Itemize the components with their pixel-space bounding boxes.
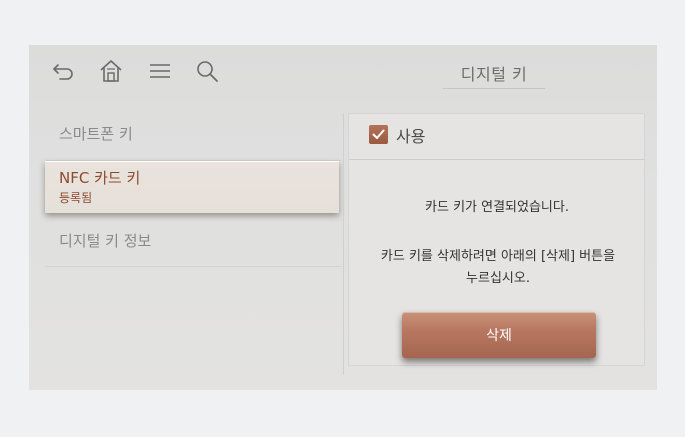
back-icon[interactable] — [49, 57, 77, 85]
sidebar-item-status: 등록됨 — [59, 191, 93, 205]
panel-divider — [343, 113, 344, 375]
sidebar-item-smartphone-key[interactable]: 스마트폰 키 — [45, 113, 341, 161]
sidebar-item-digital-key-info[interactable]: 디지털 키 정보 — [45, 217, 341, 267]
sidebar-item-label: 디지털 키 정보 — [59, 232, 152, 250]
menu-icon[interactable] — [146, 57, 174, 85]
sidebar: 스마트폰 키 NFC 카드 키 등록됨 디지털 키 정보 — [29, 113, 343, 390]
delete-instruction-line1: 카드 키를 삭제하려면 아래의 [삭제] 버튼을 — [380, 249, 616, 264]
delete-instruction: 카드 키를 삭제하려면 아래의 [삭제] 버튼을 누르십시오. — [367, 246, 629, 290]
sidebar-item-label: NFC 카드 키 — [59, 169, 141, 187]
use-checkbox[interactable] — [369, 125, 388, 144]
digital-key-screen: 디지털 키 스마트폰 키 NFC 카드 키 등록됨 디지털 키 정보 사용 카드… — [29, 45, 657, 390]
delete-button-label: 삭제 — [486, 328, 512, 344]
delete-button[interactable]: 삭제 — [402, 312, 596, 358]
page-title: 디지털 키 — [460, 65, 528, 84]
use-label: 사용 — [396, 127, 426, 146]
check-icon — [372, 129, 385, 139]
detail-panel: 사용 카드 키가 연결되었습니다. 카드 키를 삭제하려면 아래의 [삭제] 버… — [348, 113, 645, 366]
home-icon[interactable] — [97, 57, 125, 85]
sidebar-item-nfc-card-key[interactable]: NFC 카드 키 등록됨 — [45, 161, 339, 213]
delete-instruction-line2: 누르십시오. — [466, 271, 530, 286]
connected-message: 카드 키가 연결되었습니다. — [425, 200, 569, 215]
search-icon[interactable] — [193, 57, 221, 85]
sidebar-item-label: 스마트폰 키 — [59, 125, 133, 143]
top-bar: 디지털 키 — [29, 45, 657, 105]
page-title-wrap: 디지털 키 — [443, 61, 545, 89]
use-toggle-row[interactable]: 사용 — [349, 114, 645, 160]
